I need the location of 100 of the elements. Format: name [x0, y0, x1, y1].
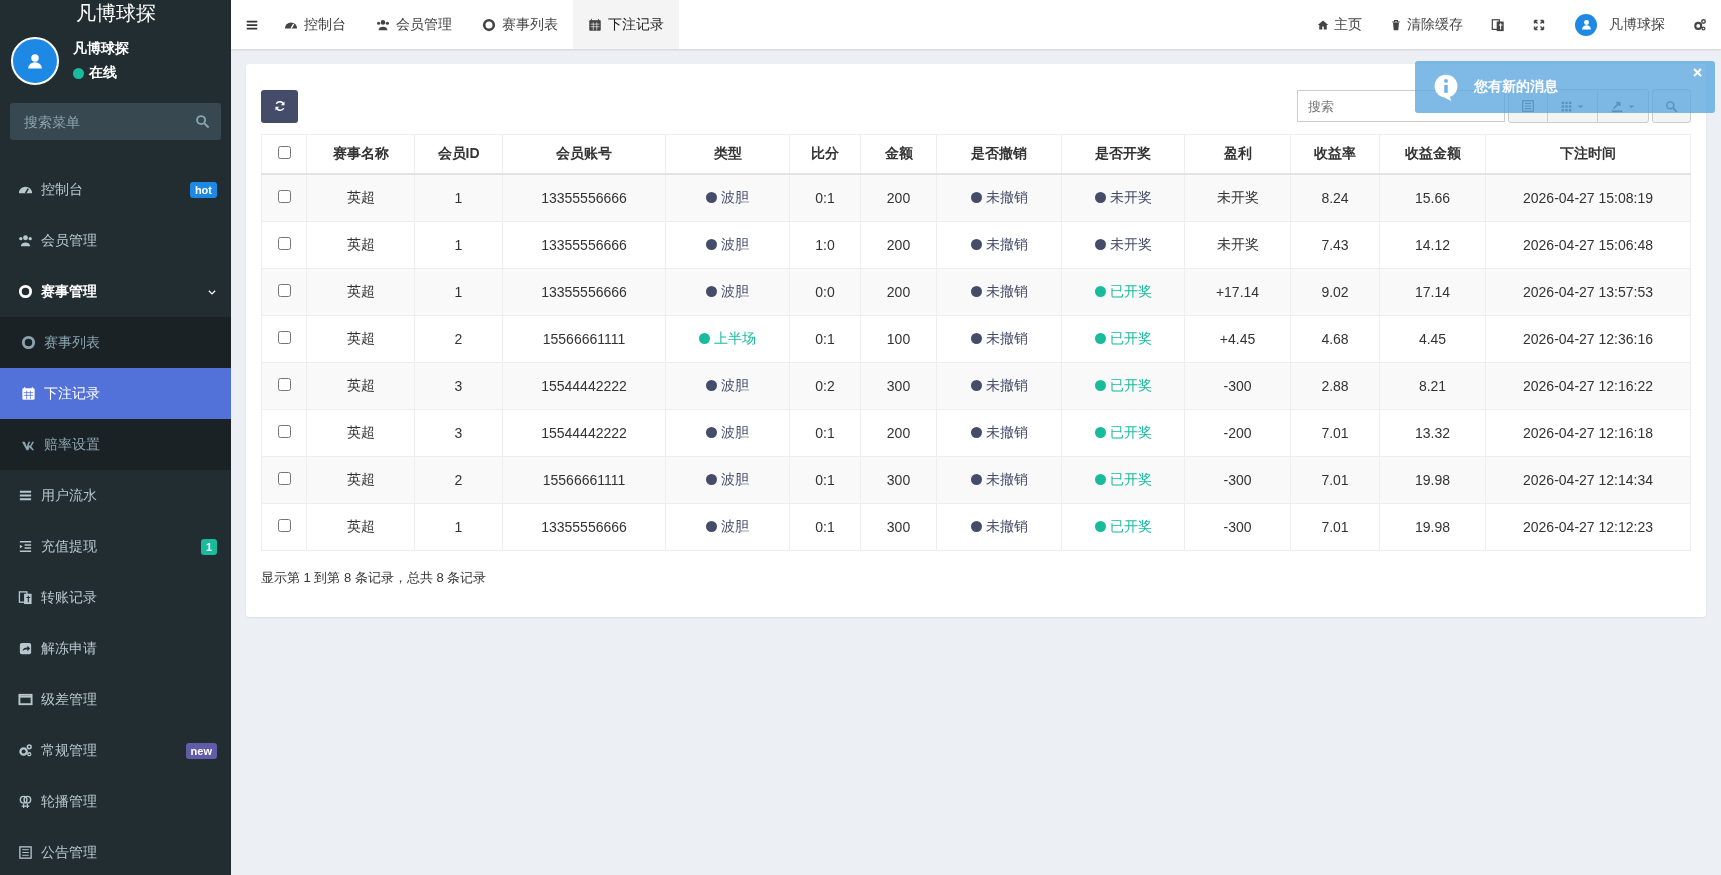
- lifebuoy-icon: [18, 284, 33, 299]
- row-checkbox[interactable]: [277, 472, 291, 485]
- home-icon: [1317, 18, 1329, 31]
- table-cell: 未开奖: [1184, 221, 1291, 269]
- refresh-button[interactable]: [261, 89, 298, 123]
- table-cell: 200: [860, 174, 937, 222]
- table-cell: 0:1: [789, 174, 861, 222]
- person-icon: [25, 51, 45, 71]
- table-cell: 13355556666: [502, 268, 666, 316]
- status-label: 未开奖: [1109, 189, 1152, 205]
- table-cell: 0:1: [789, 315, 861, 363]
- table-cell: 英超: [306, 315, 415, 363]
- sidebar-item[interactable]: 赛事列表: [0, 317, 231, 368]
- table-cell: 2: [414, 456, 503, 504]
- nav-tab[interactable]: 下注记录: [573, 0, 679, 49]
- table-cell: 1: [414, 268, 503, 316]
- table-cell: 2026-04-27 15:06:48: [1485, 221, 1691, 269]
- menu-badge: 1: [200, 538, 217, 555]
- person-icon: [1579, 18, 1593, 31]
- table-cell: 英超: [306, 409, 415, 457]
- row-checkbox[interactable]: [277, 190, 291, 203]
- status-label: 波胆: [721, 377, 749, 393]
- table-cell: 2026-04-27 12:16:18: [1485, 409, 1691, 457]
- list-icon: [18, 488, 33, 503]
- sidebar-item[interactable]: 常规管理 new: [0, 725, 231, 776]
- row-checkbox[interactable]: [277, 331, 291, 344]
- nav-link[interactable]: 主页: [1303, 0, 1376, 49]
- trash-icon: [1390, 18, 1402, 31]
- table-cell: +17.14: [1184, 268, 1291, 316]
- user-avatar[interactable]: [1575, 13, 1597, 36]
- status-label: 已开奖: [1109, 330, 1152, 346]
- table-cell: 9.02: [1290, 268, 1380, 316]
- symbol-icon: [18, 794, 33, 809]
- sidebar-item[interactable]: 赛事管理: [0, 266, 231, 317]
- users-icon: [376, 17, 390, 32]
- search-icon: [195, 114, 210, 129]
- sidebar-item[interactable]: 解冻申请: [0, 623, 231, 674]
- status-label: 已开奖: [1109, 518, 1152, 534]
- select-all-checkbox[interactable]: [277, 146, 291, 159]
- table-cell: 13355556666: [502, 221, 666, 269]
- table-cell: 15544442222: [502, 409, 666, 457]
- status-label: 未撤销: [985, 471, 1028, 487]
- status-label: 波胆: [721, 283, 749, 299]
- document-icon: [18, 590, 33, 605]
- table-cell: 0:1: [789, 503, 861, 551]
- row-checkbox[interactable]: [277, 425, 291, 438]
- sidebar-item[interactable]: 用户流水: [0, 470, 231, 521]
- status-label: 波胆: [721, 471, 749, 487]
- menu-search-field[interactable]: 搜索菜单: [10, 103, 221, 140]
- newspaper-icon: [18, 845, 33, 860]
- table-cell: 英超: [306, 268, 415, 316]
- sidebar-item[interactable]: 轮播管理: [0, 776, 231, 827]
- status-label: 波胆: [721, 518, 749, 534]
- sidebar-item[interactable]: 公告管理: [0, 827, 231, 875]
- table-cell: 200: [860, 268, 937, 316]
- table-cell: 15.66: [1379, 174, 1486, 222]
- user-menu-link[interactable]: 凡博球探: [1609, 15, 1665, 34]
- table-cell: -300: [1184, 503, 1291, 551]
- table-cell: 7.01: [1290, 409, 1380, 457]
- nav-tab[interactable]: 控制台: [269, 0, 361, 49]
- table-cell: 14.12: [1379, 221, 1486, 269]
- table-cell: 1:0: [789, 221, 861, 269]
- status-label: 波胆: [721, 236, 749, 252]
- sidebar-item[interactable]: 转账记录: [0, 572, 231, 623]
- info-icon: [1432, 73, 1460, 101]
- table-cell: 英超: [306, 362, 415, 410]
- table-cell: 7.01: [1290, 503, 1380, 551]
- sidebar-item[interactable]: 会员管理: [0, 215, 231, 266]
- nav-tab[interactable]: 赛事列表: [467, 0, 573, 49]
- nav-link[interactable]: 清除缓存: [1376, 0, 1477, 49]
- table-cell: 英超: [306, 456, 415, 504]
- status-label: 未撤销: [985, 424, 1028, 440]
- table-cell: -300: [1184, 456, 1291, 504]
- sidebar-item[interactable]: 级差管理: [0, 674, 231, 725]
- table-cell: 2026-04-27 12:36:16: [1485, 315, 1691, 363]
- calendar-icon: [588, 17, 602, 32]
- table-cell: 4.68: [1290, 315, 1380, 363]
- table-cell: 300: [860, 362, 937, 410]
- sidebar-item[interactable]: 充值提现 1: [0, 521, 231, 572]
- status-label: 已开奖: [1109, 283, 1152, 299]
- sidebar-item[interactable]: 控制台 hot: [0, 164, 231, 215]
- table-cell: 13355556666: [502, 503, 666, 551]
- table-cell: 13355556666: [502, 174, 666, 222]
- sidebar-item[interactable]: 赔率设置: [0, 419, 231, 470]
- menu-badge: hot: [189, 181, 217, 198]
- table-cell: 19.98: [1379, 456, 1486, 504]
- table-cell: 1: [414, 503, 503, 551]
- row-checkbox[interactable]: [277, 378, 291, 391]
- status-label: 波胆: [721, 424, 749, 440]
- table-cell: 2: [414, 315, 503, 363]
- row-checkbox[interactable]: [277, 284, 291, 297]
- row-checkbox[interactable]: [277, 237, 291, 250]
- row-checkbox[interactable]: [277, 519, 291, 532]
- table-cell: 200: [860, 221, 937, 269]
- sidebar-item[interactable]: 下注记录: [0, 368, 231, 419]
- table-cell: 2026-04-27 15:08:19: [1485, 174, 1691, 222]
- status-label: 未撤销: [985, 518, 1028, 534]
- table-cell: 17.14: [1379, 268, 1486, 316]
- status-label: 未撤销: [985, 330, 1028, 346]
- nav-tab[interactable]: 会员管理: [361, 0, 467, 49]
